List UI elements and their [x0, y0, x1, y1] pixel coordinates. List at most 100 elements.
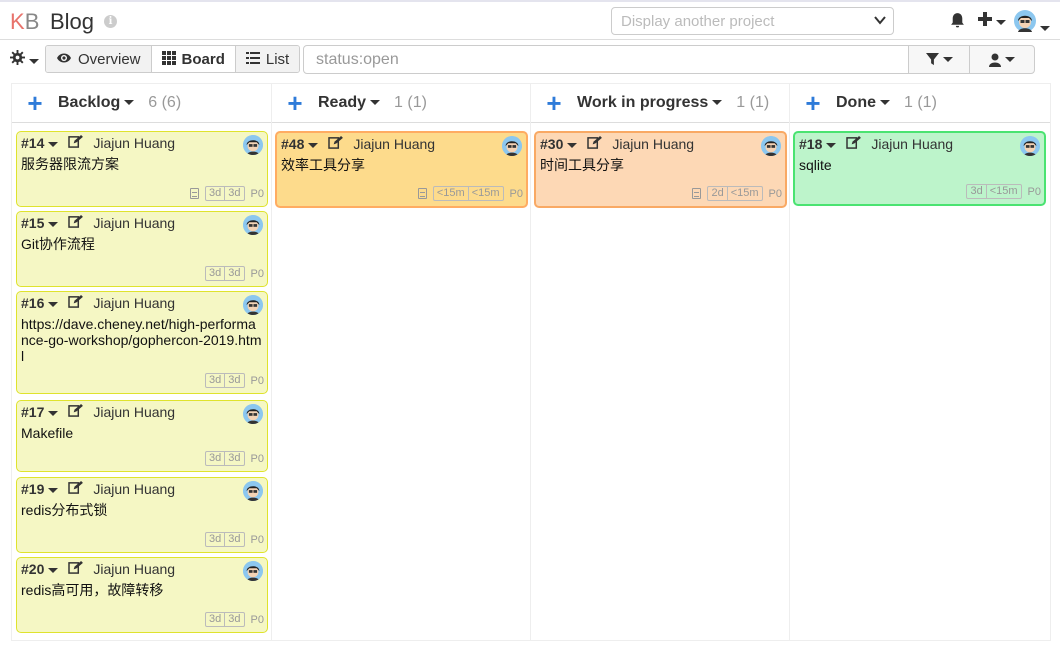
card-title[interactable]: 时间工具分享: [540, 157, 781, 173]
logo[interactable]: KB: [10, 9, 39, 35]
column-name[interactable]: Backlog: [58, 94, 135, 112]
settings-menu-button[interactable]: [10, 50, 39, 68]
task-id-menu[interactable]: #48: [281, 136, 319, 152]
task-id-menu[interactable]: #15: [21, 215, 59, 231]
edit-icon[interactable]: [68, 561, 84, 577]
task-card[interactable]: #14 Jiajun Huang 服务器限流方案 3d 3d P0: [16, 131, 268, 207]
card-footer: 3d <15m P0: [966, 184, 1041, 199]
task-id-menu[interactable]: #18: [799, 136, 837, 152]
assignee-name[interactable]: Jiajun Huang: [871, 136, 953, 152]
caret-icon: [942, 57, 953, 62]
card-header: #20 Jiajun Huang: [21, 560, 263, 578]
edit-icon[interactable]: [846, 136, 862, 152]
task-id-menu[interactable]: #14: [21, 135, 59, 151]
assignee-name[interactable]: Jiajun Huang: [93, 561, 175, 577]
time-estimate: 3d 3d: [205, 532, 245, 547]
description-icon[interactable]: [417, 188, 427, 199]
caret-icon: [880, 100, 890, 106]
assignee-name[interactable]: Jiajun Huang: [93, 481, 175, 497]
plus-icon[interactable]: +: [802, 90, 824, 116]
assignee-name[interactable]: Jiajun Huang: [612, 136, 694, 152]
edit-icon[interactable]: [68, 404, 84, 420]
project-select[interactable]: Display another project: [611, 7, 894, 35]
task-id-menu[interactable]: #19: [21, 481, 59, 497]
assignee-name[interactable]: Jiajun Huang: [93, 295, 175, 311]
task-card[interactable]: #30 Jiajun Huang 时间工具分享 2d <15m P0: [534, 131, 787, 208]
priority-label: P0: [768, 187, 782, 200]
view-board-button[interactable]: Board: [151, 46, 236, 72]
task-card[interactable]: #16 Jiajun Huang https://dave.cheney.net/h…: [16, 291, 268, 394]
view-list-label: List: [265, 51, 290, 68]
time-estimate: 3d 3d: [205, 266, 245, 281]
bell-icon[interactable]: [949, 12, 966, 32]
time-estimate-value: 3d: [209, 452, 222, 464]
view-switcher: Overview Board List: [45, 45, 301, 73]
assignee-name[interactable]: Jiajun Huang: [353, 136, 435, 152]
task-id-menu[interactable]: #30: [540, 136, 578, 152]
caret-icon: [124, 100, 135, 106]
edit-icon[interactable]: [68, 135, 84, 151]
list-icon: [245, 52, 260, 64]
search-input[interactable]: status:open: [303, 45, 909, 74]
task-id-menu[interactable]: #20: [21, 561, 59, 577]
card-title[interactable]: redis高可用，故障转移: [21, 582, 263, 598]
priority-label: P0: [250, 374, 264, 387]
column-header: + Work in progress 1 (1): [531, 84, 789, 123]
card-title[interactable]: 服务器限流方案: [21, 156, 263, 172]
edit-icon[interactable]: [328, 136, 344, 152]
column-name[interactable]: Done: [836, 94, 890, 112]
avatar: [761, 136, 781, 156]
priority-label: P0: [250, 533, 264, 546]
board-column: + Work in progress 1 (1) #30 Jiajun Huang 时间工…: [531, 84, 790, 640]
grid-icon: [161, 51, 176, 65]
task-card[interactable]: #18 Jiajun Huang sqlite 3d <15m P0: [793, 131, 1046, 206]
filter-menu-button[interactable]: [908, 45, 970, 74]
view-overview-label: Overview: [78, 51, 141, 68]
plus-icon[interactable]: +: [284, 90, 306, 116]
task-card[interactable]: #19 Jiajun Huang redis分布式锁 3d 3d P0: [16, 477, 268, 553]
board-column: + Backlog 6 (6) #14 Jiajun Huang 服务器限流方案 3d 3d P…: [12, 84, 272, 640]
card-title[interactable]: Git协作流程: [21, 236, 263, 252]
column-count: 1 (1): [736, 94, 770, 111]
user-icon: [989, 53, 1001, 67]
card-header: #30 Jiajun Huang: [540, 135, 781, 153]
time-estimate-value: 3d: [224, 374, 243, 387]
board: + Backlog 6 (6) #14 Jiajun Huang 服务器限流方案 3d 3d P…: [11, 83, 1051, 641]
task-card[interactable]: #17 Jiajun Huang Makefile 3d 3d P0: [16, 400, 268, 472]
time-estimate-value: <15m: [436, 187, 465, 199]
user-filter-button[interactable]: [969, 45, 1035, 74]
column-name[interactable]: Work in progress: [577, 94, 723, 112]
info-icon[interactable]: i: [104, 15, 117, 28]
description-icon[interactable]: [190, 188, 200, 199]
assignee-name[interactable]: Jiajun Huang: [93, 404, 175, 420]
add-menu-button[interactable]: [978, 12, 1006, 29]
assignee-name[interactable]: Jiajun Huang: [93, 215, 175, 231]
time-estimate-value: 3d: [209, 187, 222, 199]
view-overview-button[interactable]: Overview: [46, 46, 152, 72]
card-title[interactable]: redis分布式锁: [21, 502, 263, 518]
card-footer: 3d 3d P0: [190, 186, 264, 201]
task-id-menu[interactable]: #17: [21, 404, 59, 420]
task-card[interactable]: #20 Jiajun Huang redis高可用，故障转移 3d 3d P0: [16, 557, 268, 633]
description-icon[interactable]: [692, 188, 702, 199]
plus-icon[interactable]: +: [24, 90, 46, 116]
priority-label: P0: [250, 613, 264, 626]
plus-icon[interactable]: +: [543, 90, 565, 116]
column-name[interactable]: Ready: [318, 94, 381, 112]
card-title[interactable]: sqlite: [799, 157, 1040, 173]
user-menu-button[interactable]: [1014, 10, 1050, 35]
task-id-menu[interactable]: #16: [21, 295, 59, 311]
card-title[interactable]: Makefile: [21, 425, 263, 441]
view-list-button[interactable]: List: [235, 46, 300, 72]
task-card[interactable]: #48 Jiajun Huang 效率工具分享 <15m <15m P0: [275, 131, 528, 208]
card-title[interactable]: 效率工具分享: [281, 157, 522, 173]
task-card[interactable]: #15 Jiajun Huang Git协作流程 3d 3d P0: [16, 211, 268, 287]
priority-label: P0: [509, 187, 523, 200]
card-title[interactable]: https://dave.cheney.net/high-performance…: [21, 316, 263, 364]
column-count: 6 (6): [148, 94, 182, 111]
edit-icon[interactable]: [68, 481, 84, 497]
assignee-name[interactable]: Jiajun Huang: [93, 135, 175, 151]
edit-icon[interactable]: [68, 295, 84, 311]
edit-icon[interactable]: [68, 215, 84, 231]
edit-icon[interactable]: [587, 136, 603, 152]
